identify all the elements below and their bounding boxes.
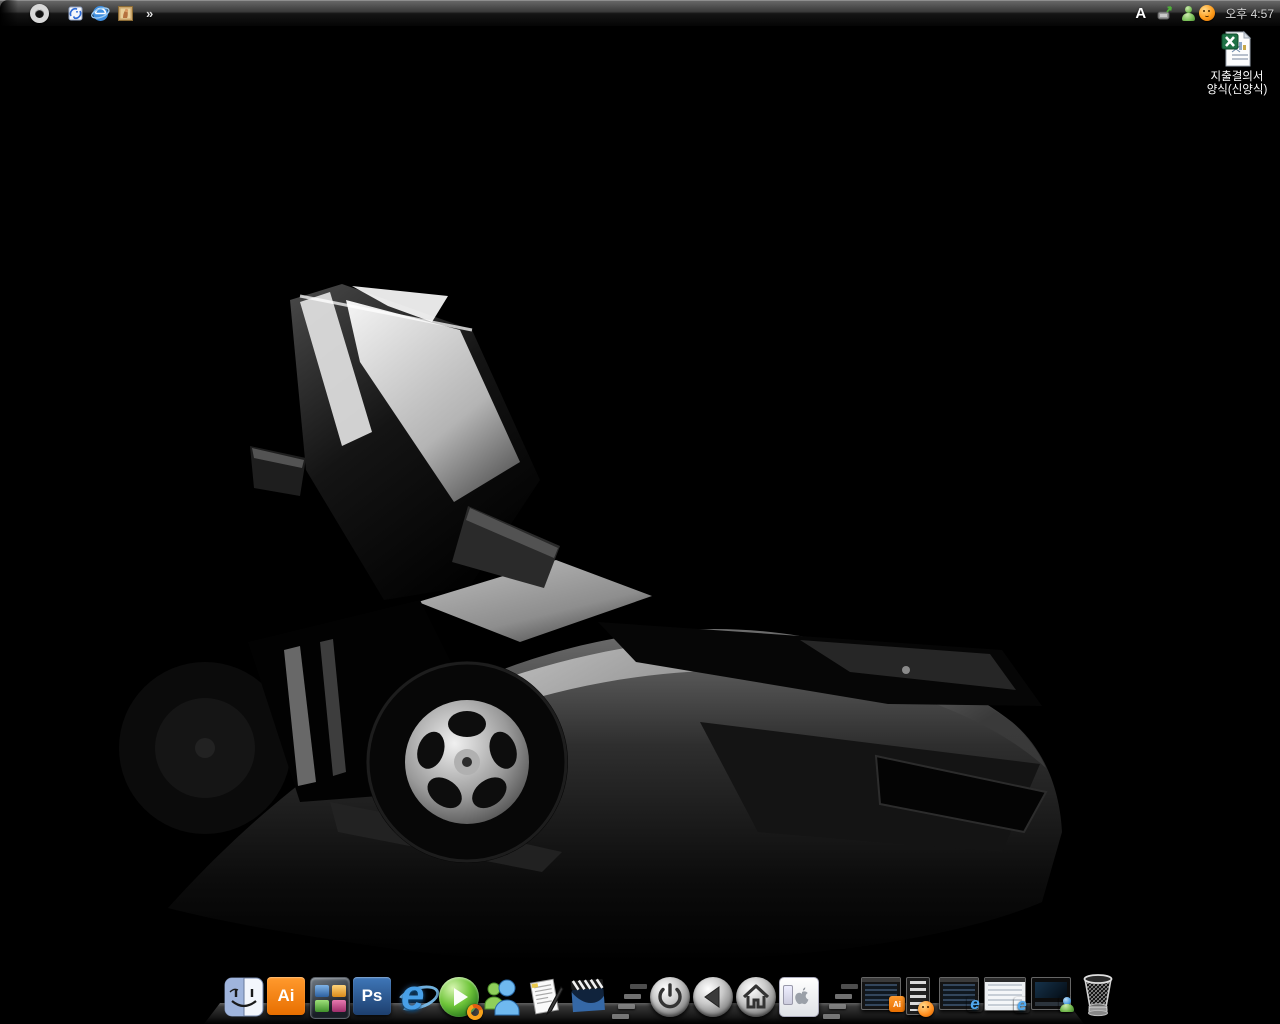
ie-letter: e xyxy=(401,971,424,1019)
power-icon xyxy=(650,977,690,1017)
dock-item-video-editor[interactable] xyxy=(568,977,608,1017)
desktop-shortcut-excel[interactable]: 지출결의서 양식(신양식) xyxy=(1198,30,1276,97)
photoshop-label: Ps xyxy=(362,986,383,1006)
apple-box-icon xyxy=(779,977,819,1017)
dock-item-illustrator[interactable]: Ai xyxy=(267,977,307,1017)
desktop-root: { "menubar": { "launcher": "launcher-orb… xyxy=(0,0,1280,1024)
minimized-player-window-thumb xyxy=(1031,977,1071,1010)
dock-item-media-player[interactable] xyxy=(439,977,479,1017)
image-viewer-icon[interactable] xyxy=(116,4,135,23)
messenger-online-icon[interactable] xyxy=(1181,5,1195,21)
illustrator-icon: Ai xyxy=(267,977,305,1015)
shortcut-label-line2: 양식(신양식) xyxy=(1198,84,1276,97)
dock-row: Ai Ps e xyxy=(224,971,1120,1017)
illustrator-label: Ai xyxy=(278,986,295,1006)
menubar-left-cap xyxy=(0,0,20,26)
dock-item-photoshop[interactable]: Ps xyxy=(353,977,393,1017)
ie-badge-icon: e xyxy=(1014,997,1030,1013)
tray-clock[interactable]: 오후 4:57 xyxy=(1225,5,1274,22)
removable-device-icon[interactable] xyxy=(1155,4,1174,23)
dock: Ai Ps e xyxy=(0,954,1280,1024)
top-menubar: » A 오후 4:57 xyxy=(0,0,1280,27)
alarm-widget-icon[interactable] xyxy=(1199,5,1215,21)
video-editor-icon xyxy=(568,977,608,1017)
dock-item-msn-messenger[interactable] xyxy=(482,977,522,1017)
internet-explorer-big-icon: e xyxy=(396,977,436,1017)
lighter-image xyxy=(783,985,793,1005)
dock-separator xyxy=(822,975,858,1017)
chat-character-badge-icon xyxy=(918,1001,934,1017)
dock-item-text-editor[interactable] xyxy=(525,977,565,1017)
back-arrow-icon xyxy=(693,977,733,1017)
photoshop-icon: Ps xyxy=(353,977,391,1015)
outlook-mail-icon[interactable] xyxy=(66,4,85,23)
dock-item-min-chat-window[interactable] xyxy=(906,977,936,1017)
dock-item-finder[interactable] xyxy=(224,977,264,1017)
illustrator-badge-icon: Ai xyxy=(889,996,905,1012)
dock-item-min-illustrator-window[interactable]: Ai xyxy=(861,977,903,1017)
car-wallpaper xyxy=(0,0,1280,1024)
launcher-orb-icon[interactable] xyxy=(30,4,49,23)
home-icon xyxy=(736,977,776,1017)
internet-explorer-icon[interactable] xyxy=(91,4,110,23)
dock-item-apple-box[interactable] xyxy=(779,977,819,1017)
dock-item-min-webpage-window[interactable]: e xyxy=(984,977,1028,1017)
system-tray: A 오후 4:57 xyxy=(1135,4,1274,23)
dock-item-app-drawer[interactable] xyxy=(310,977,350,1017)
dock-item-min-player-window[interactable] xyxy=(1031,977,1073,1017)
dock-item-min-ie-window[interactable]: e xyxy=(939,977,981,1017)
ime-indicator[interactable]: A xyxy=(1135,5,1146,22)
media-player-icon xyxy=(439,977,479,1017)
menubar-overflow-chevron[interactable]: » xyxy=(146,6,154,21)
dock-separator xyxy=(611,975,647,1017)
dock-item-internet-explorer[interactable]: e xyxy=(396,977,436,1017)
minimized-webpage-window-thumb: e xyxy=(984,977,1026,1011)
dock-item-back[interactable] xyxy=(693,977,733,1017)
excel-document-icon xyxy=(1218,30,1256,68)
minimized-chat-window-thumb xyxy=(906,977,930,1015)
dock-item-trash[interactable] xyxy=(1076,971,1120,1017)
play-icon xyxy=(454,988,468,1006)
shortcut-label-line1: 지출결의서 xyxy=(1198,71,1276,84)
text-editor-icon xyxy=(525,977,565,1017)
dock-item-power[interactable] xyxy=(650,977,690,1017)
trash-icon xyxy=(1076,971,1120,1017)
minimized-illustrator-window-thumb: Ai xyxy=(861,977,901,1010)
ie-badge-icon: e xyxy=(967,996,983,1012)
minimized-ie-window-thumb: e xyxy=(939,977,979,1010)
messenger-badge-icon xyxy=(1059,996,1075,1012)
finder-icon xyxy=(224,977,264,1017)
app-drawer-cube-icon xyxy=(310,977,350,1019)
msn-messenger-icon xyxy=(482,977,522,1017)
dock-item-home[interactable] xyxy=(736,977,776,1017)
